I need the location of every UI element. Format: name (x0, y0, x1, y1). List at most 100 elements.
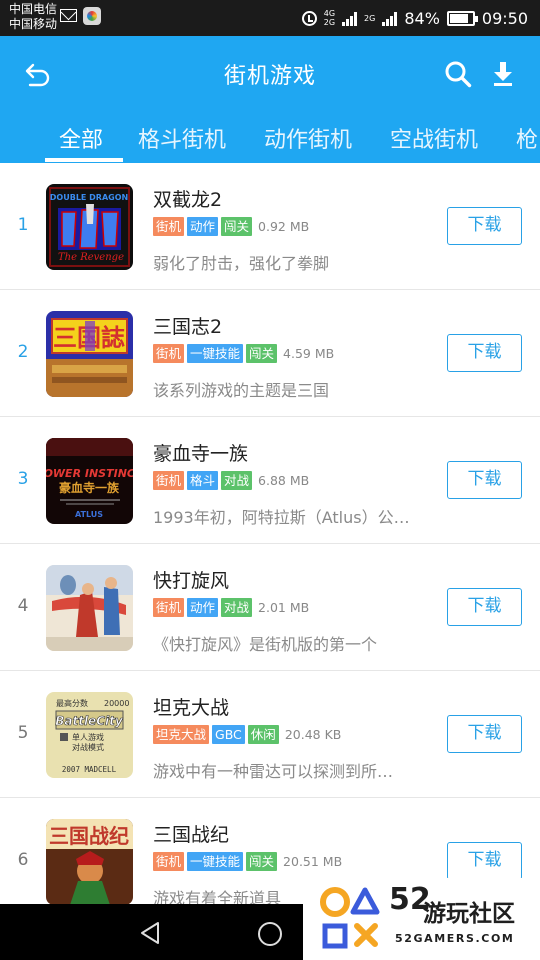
network-type-2: 2G (364, 14, 375, 23)
site-watermark: 52 游玩社区 52GAMERS.COM (303, 878, 540, 960)
rank-number: 4 (17, 596, 29, 616)
game-list: 1 DOUBLE DRAGON The Revenge 双截龙2 街机 动作 闯… (0, 163, 540, 925)
tag: 坦克大战 (153, 725, 210, 744)
rank-number: 1 (17, 215, 29, 235)
game-description: 1993年初，阿特拉斯（Atlus）公… (153, 508, 410, 527)
tag: 闯关 (221, 217, 253, 236)
tab-all[interactable]: 全部 (59, 122, 103, 154)
file-size: 2.01 MB (258, 600, 310, 615)
download-button[interactable]: 下载 (447, 207, 522, 245)
signal-icon (342, 11, 358, 26)
nav-home-icon[interactable] (258, 922, 282, 946)
file-size: 6.88 MB (258, 473, 310, 488)
net-label-2g: 2G (323, 18, 336, 27)
list-item[interactable]: 1 DOUBLE DRAGON The Revenge 双截龙2 街机 动作 闯… (0, 163, 540, 290)
svg-text:The Revenge: The Revenge (58, 252, 124, 263)
game-tags: 街机 动作 对战 2.01 MB (153, 598, 309, 617)
network-type-1: 4G 2G (324, 9, 335, 27)
download-button[interactable]: 下载 (447, 334, 522, 372)
download-icon[interactable] (490, 60, 516, 88)
game-title: 双截龙2 (153, 189, 223, 211)
thumb-footer: 2007 MADCELL (62, 765, 117, 774)
category-tabs: 全部 格斗街机 动作街机 空战街机 枪 (0, 118, 540, 163)
file-size: 20.51 MB (283, 854, 343, 869)
tab-air-combat[interactable]: 空战街机 (390, 122, 478, 154)
battery-icon (446, 10, 478, 26)
tag: 休闲 (247, 725, 279, 744)
file-size: 0.92 MB (258, 219, 310, 234)
carrier-1: 中国电信 (9, 2, 58, 16)
carrier-2: 中国移动 (9, 17, 58, 31)
rank-number: 6 (17, 850, 29, 870)
watermark-name: 游玩社区 (423, 901, 515, 927)
tag: 一键技能 (187, 344, 244, 363)
tag: 一键技能 (187, 852, 244, 871)
game-title: 豪血寺一族 (153, 443, 249, 465)
rank-number: 5 (17, 723, 29, 743)
game-tags: 坦克大战 GBC 休闲 20.48 KB (153, 725, 341, 744)
tag: 街机 (153, 471, 185, 490)
search-icon[interactable] (444, 60, 472, 88)
system-nav-bar (0, 904, 303, 960)
tag: 街机 (153, 852, 185, 871)
tag: 动作 (187, 598, 219, 617)
mail-icon (60, 9, 77, 22)
thumb-title: POWER INSTINCT (46, 467, 133, 480)
clock: 09:50 (481, 8, 528, 28)
game-icon-knights-of-valour: 三国战纪 (46, 819, 133, 905)
download-button[interactable]: 下载 (447, 461, 522, 499)
rank-number: 2 (17, 342, 29, 362)
game-description: 该系列游戏的主题是三国 (153, 381, 330, 400)
watermark-logo-icon (320, 887, 380, 949)
tag: 闯关 (246, 852, 278, 871)
file-size: 4.59 MB (283, 346, 335, 361)
app-header: 街机游戏 全部 格斗街机 动作街机 空战街机 枪 (0, 36, 540, 163)
game-description: 弱化了肘击，强化了拳脚 (153, 254, 330, 273)
game-icon-double-dragon: DOUBLE DRAGON The Revenge (46, 184, 133, 270)
tag: GBC (212, 725, 245, 744)
download-button[interactable]: 下载 (447, 842, 522, 880)
thumb-subtitle: ATLUS (75, 510, 103, 519)
game-tags: 街机 格斗 对战 6.88 MB (153, 471, 309, 490)
svg-text:三国战纪: 三国战纪 (49, 824, 129, 848)
tag: 街机 (153, 344, 185, 363)
thumb-mode-1: 单人游戏 (72, 732, 104, 742)
battery-percent: 84% (404, 8, 440, 28)
game-title: 坦克大战 (153, 697, 230, 719)
tag: 格斗 (187, 471, 219, 490)
tag: 对战 (221, 598, 253, 617)
svg-text:豪血寺一族: 豪血寺一族 (59, 480, 120, 495)
notification-icons (60, 7, 101, 27)
tab-shooting[interactable]: 枪 (516, 122, 538, 154)
game-title: 快打旋风 (153, 570, 230, 592)
tag: 对战 (221, 471, 253, 490)
list-item[interactable]: 3 POWER INSTINCT 豪血寺一族 ATLUS 豪血寺一族 街机 格斗… (0, 417, 540, 544)
tab-indicator (45, 158, 123, 162)
net-label-2g-second: 2G (364, 13, 376, 23)
game-tags: 街机 一键技能 闯关 20.51 MB (153, 852, 342, 871)
game-title: 三国志2 (153, 316, 223, 338)
status-bar: 中国电信 中国移动 4G 2G 2G 84% 09:50 (0, 0, 540, 36)
nav-back-icon[interactable] (138, 920, 162, 946)
list-item[interactable]: 4 快打旋风 街机 动作 对战 2.01 MB 《快打旋风》是街机版的第一个 下… (0, 544, 540, 671)
game-description: 《快打旋风》是街机版的第一个 (153, 635, 378, 654)
tag: 闯关 (246, 344, 278, 363)
signal-icon-2 (382, 11, 398, 26)
game-icon-sangokushi-2: 三国誌 (46, 311, 133, 397)
list-item[interactable]: 5 最高分数 20000 BattleCity 单人游戏 对战模式 2007 M… (0, 671, 540, 798)
list-item[interactable]: 2 三国誌 三国志2 街机 一键技能 闯关 4.59 MB 该系列游戏的主题是三… (0, 290, 540, 417)
tab-action[interactable]: 动作街机 (264, 122, 352, 154)
game-icon-final-fight (46, 565, 133, 651)
tag: 街机 (153, 217, 185, 236)
thumb-logo-text: BattleCity (55, 714, 124, 728)
game-tags: 街机 一键技能 闯关 4.59 MB (153, 344, 334, 363)
tag: 街机 (153, 598, 185, 617)
game-description: 游戏中有一种雷达可以探测到所… (153, 762, 394, 781)
tab-fighting[interactable]: 格斗街机 (138, 122, 226, 154)
app-notification-icon (83, 7, 101, 25)
download-button[interactable]: 下载 (447, 588, 522, 626)
carrier-names: 中国电信 中国移动 (9, 2, 57, 32)
download-button[interactable]: 下载 (447, 715, 522, 753)
thumb-score-label: 最高分数 (56, 698, 88, 708)
thumb-title: DOUBLE DRAGON (50, 193, 128, 202)
